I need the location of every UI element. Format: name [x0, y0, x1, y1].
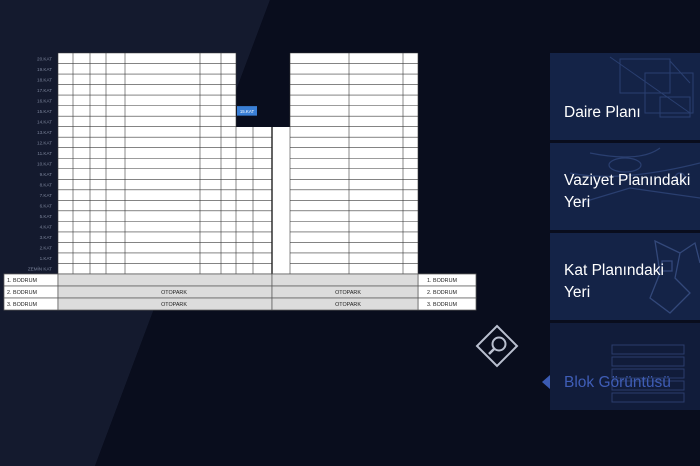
basement-label: 2. BODRUM: [427, 290, 457, 296]
block-left-grid: 15.KAT: [57, 52, 290, 275]
block-left: [58, 53, 236, 274]
block-right-lower: [272, 127, 290, 274]
block-view-pattern: [611, 344, 685, 403]
basement-label: 3. BODRUM: [427, 302, 457, 308]
blueprint-pattern: [609, 56, 694, 118]
floor-label: 1.KAT: [40, 256, 53, 261]
parking-cell-left: [57, 273, 273, 287]
floor-label: 2.KAT: [40, 246, 53, 251]
floor-label: 3.KAT: [40, 235, 53, 240]
floor-label: 7.KAT: [40, 193, 53, 198]
floor-label: 6.KAT: [40, 204, 53, 209]
floor-label: 8.KAT: [40, 183, 53, 188]
floor-label: ZEMİN KAT: [28, 266, 52, 272]
nav-vaziyet-plani[interactable]: Vaziyet Planındaki Yeri: [550, 143, 700, 230]
basement-label: 1. BODRUM: [7, 278, 37, 284]
floor-label: 13.KAT: [37, 130, 52, 135]
floor-label: 12.KAT: [37, 140, 52, 145]
floor-label: 4.KAT: [40, 225, 53, 230]
nav-label: Vaziyet Planındaki Yeri: [564, 172, 691, 211]
nav-label: Kat Planındaki Yeri: [564, 262, 664, 301]
basement-label: 2. BODRUM: [7, 290, 37, 296]
floor-label: 11.KAT: [37, 151, 52, 156]
floor-label: 9.KAT: [40, 172, 53, 177]
selected-floor-label: 15.KAT: [240, 109, 255, 114]
caret-left-icon: [542, 375, 550, 389]
block-right-grid: [271, 52, 419, 310]
zoom-button[interactable]: [475, 324, 519, 368]
nav-label: Daire Planı: [564, 104, 641, 121]
basement-label: 1. BODRUM: [427, 278, 457, 284]
parking-label: OTOPARK: [335, 290, 361, 296]
floor-label: 10.KAT: [37, 162, 52, 167]
parking-label: OTOPARK: [161, 290, 187, 296]
floor-label: 5.KAT: [40, 214, 53, 219]
nav-blok-goruntusu[interactable]: Blok Görüntüsü: [550, 323, 700, 410]
nav-daire-plani[interactable]: Daire Planı: [550, 53, 700, 140]
floor-label: 19.KAT: [37, 67, 52, 72]
block-right: [290, 53, 418, 274]
floor-label: 20.KAT: [37, 56, 52, 61]
basement-label: 3. BODRUM: [7, 302, 37, 308]
nav-label: Blok Görüntüsü: [564, 374, 671, 391]
floor-label: 17.KAT: [37, 88, 52, 93]
basement-table: 1. BODRUM 1. BODRUM 2. BODRUM 2. BODRUM OTOP…: [3, 273, 477, 311]
parking-label: OTOPARK: [335, 302, 361, 308]
nav-kat-plani[interactable]: Kat Planındaki Yeri: [550, 233, 700, 320]
floor-label: 15.KAT: [37, 109, 52, 114]
magnifier-icon: [475, 324, 519, 368]
floor-label: 14.KAT: [37, 119, 52, 124]
floor-labels: 20.KAT 19.KAT 18.KAT 17.KAT 16.KAT 15.KAT 14.K…: [28, 56, 52, 271]
floor-label: 16.KAT: [37, 98, 52, 103]
floor-label: 18.KAT: [37, 77, 52, 82]
parking-cell-right: [271, 273, 419, 287]
parking-label: OTOPARK: [161, 302, 187, 308]
